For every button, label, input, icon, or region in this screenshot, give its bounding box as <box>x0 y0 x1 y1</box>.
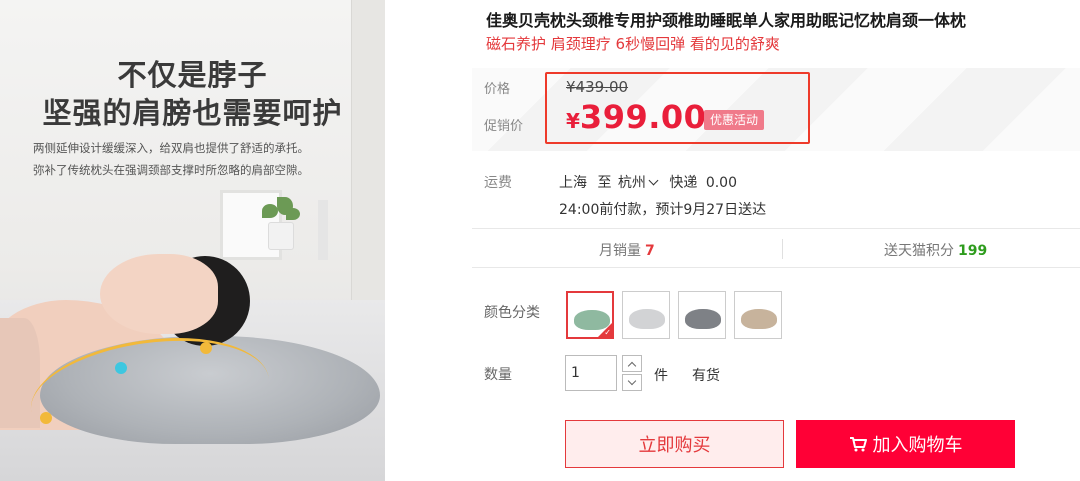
chevron-down-icon <box>627 376 637 386</box>
buy-now-label: 立即购买 <box>638 435 711 456</box>
quantity-unit: 件 <box>654 368 668 384</box>
shipping-label: 运费 <box>484 175 512 191</box>
product-main-image[interactable]: 不仅是脖子 坚强的肩膀也需要呵护 两侧延伸设计缓缓深入，给双肩也提供了舒适的承托… <box>0 0 385 481</box>
destination-selector[interactable]: 杭州 <box>618 172 663 192</box>
monthly-sales-value: 7 <box>645 243 655 259</box>
quantity-label: 数量 <box>484 367 512 383</box>
shipping-info: 上海 至 杭州 快递 0.00 <box>559 172 737 192</box>
plant-leaf <box>286 208 300 220</box>
wall-panel <box>351 0 385 300</box>
shipping-fee: 0.00 <box>705 175 737 191</box>
buy-now-button[interactable]: 立即购买 <box>565 420 784 468</box>
price-highlight-box <box>545 72 810 144</box>
add-to-cart-button[interactable]: 加入购物车 <box>796 420 1015 468</box>
chevron-down-icon <box>648 175 659 186</box>
pillow-thumbnail <box>629 309 665 329</box>
support-point-dot <box>40 412 52 424</box>
tmall-points-label: 送天猫积分 <box>884 243 954 259</box>
model-face <box>100 254 218 334</box>
image-description: 两侧延伸设计缓缓深入，给双肩也提供了舒适的承托。 <box>33 141 309 155</box>
image-headline: 坚强的肩膀也需要呵护 <box>42 96 343 130</box>
image-headline: 不仅是脖子 <box>117 58 268 92</box>
pillow-thumbnail <box>685 309 721 329</box>
quantity-input[interactable] <box>565 355 617 391</box>
shopping-cart-icon <box>849 437 867 452</box>
quantity-increase-button[interactable] <box>622 355 642 372</box>
product-title: 佳奥贝壳枕头颈椎专用护颈椎助睡眠单人家用助眠记忆枕肩颈一体枕 <box>486 11 967 30</box>
lamp <box>318 200 328 260</box>
color-option-beige[interactable] <box>734 291 782 339</box>
quantity-decrease-button[interactable] <box>622 374 642 391</box>
shipping-to: 至 <box>597 175 612 191</box>
support-point-dot <box>200 342 212 354</box>
color-option-light-gray[interactable] <box>622 291 670 339</box>
tmall-points-value: 199 <box>958 243 988 259</box>
divider <box>782 239 783 259</box>
color-label: 颜色分类 <box>484 305 540 321</box>
product-subtitle: 磁石养护 肩颈理疗 6秒慢回弹 看的见的舒爽 <box>486 35 780 53</box>
chevron-up-icon <box>627 361 637 371</box>
shipping-destination: 杭州 <box>617 175 646 191</box>
stock-status: 有货 <box>692 368 720 384</box>
shipping-method: 快递 <box>669 175 698 191</box>
pillow-thumbnail <box>741 309 777 329</box>
checkmark-icon: ✓ <box>604 328 611 337</box>
color-option-dark-gray[interactable] <box>678 291 726 339</box>
monthly-sales-label: 月销量 <box>599 243 641 259</box>
color-option-green[interactable]: ✓ <box>566 291 614 339</box>
delivery-estimate: 24:00前付款，预计9月27日送达 <box>559 202 767 218</box>
tmall-points[interactable]: 送天猫积分 199 <box>884 240 987 260</box>
stats-row: 月销量 7 送天猫积分 199 <box>472 228 1080 268</box>
plant-leaf <box>262 204 278 218</box>
price-label: 价格 <box>484 82 511 97</box>
promo-price-label: 促销价 <box>484 119 524 134</box>
shipping-origin: 上海 <box>559 175 587 191</box>
support-point-dot <box>115 362 127 374</box>
image-description: 弥补了传统枕头在强调颈部支撑时所忽略的肩部空隙。 <box>33 163 309 177</box>
add-to-cart-label: 加入购物车 <box>872 435 963 456</box>
plant-pot <box>268 222 294 250</box>
monthly-sales: 月销量 7 <box>599 240 655 260</box>
